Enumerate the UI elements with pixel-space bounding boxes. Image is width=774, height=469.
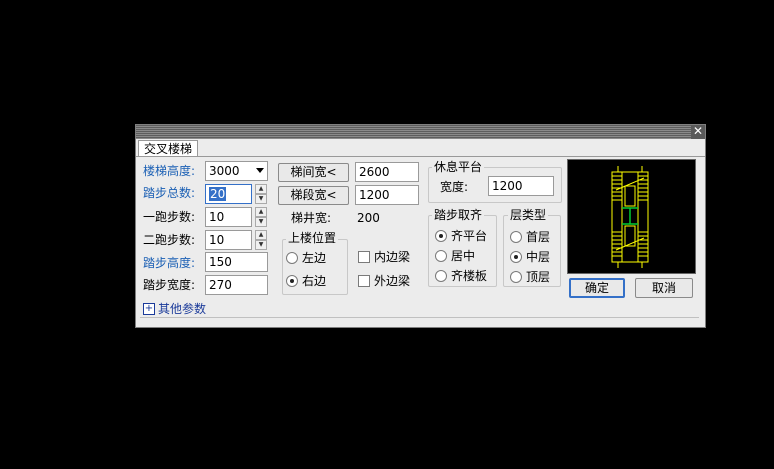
- step-alignment-title: 踏步取齐: [432, 208, 485, 222]
- ok-button[interactable]: 确定: [569, 278, 625, 298]
- landing-width-value: 1200: [492, 179, 523, 193]
- stair-preview: [567, 159, 696, 274]
- second-run-steps-label: 二跑步数:: [143, 233, 196, 247]
- stair-height-value: 3000: [209, 164, 240, 178]
- total-steps-label: 踏步总数:: [143, 186, 196, 200]
- align-slab-label[interactable]: 齐楼板: [451, 269, 487, 283]
- stairwell-width-value: 2600: [359, 165, 390, 179]
- stair-preview-drawing: [611, 166, 649, 268]
- spin-down-icon[interactable]: ▼: [255, 240, 267, 250]
- second-run-steps-spinner[interactable]: ▲ ▼: [255, 230, 267, 250]
- spin-up-icon[interactable]: ▲: [255, 230, 267, 240]
- stair-height-select[interactable]: 3000: [205, 161, 268, 181]
- tab-divider: [136, 156, 705, 157]
- upstairs-left-label[interactable]: 左边: [302, 251, 326, 265]
- floor-middle-radio[interactable]: [510, 251, 522, 263]
- other-params-label[interactable]: 其他参数: [158, 302, 206, 316]
- floor-first-radio[interactable]: [510, 231, 522, 243]
- align-landing-radio[interactable]: [435, 230, 447, 242]
- flight-width-button[interactable]: 梯段宽<: [278, 186, 349, 205]
- dialog-title-bar[interactable]: [136, 125, 705, 139]
- second-run-steps-value: 10: [209, 233, 225, 247]
- first-run-steps-input[interactable]: 10: [205, 207, 252, 227]
- well-width-value: 200: [357, 211, 380, 225]
- upstairs-right-label[interactable]: 右边: [302, 274, 326, 288]
- inner-beam-checkbox[interactable]: [358, 251, 370, 263]
- expand-plus-icon[interactable]: +: [143, 303, 155, 315]
- inner-beam-label[interactable]: 内边梁: [374, 250, 410, 264]
- floor-type-title: 层类型: [508, 208, 549, 222]
- step-height-input[interactable]: 150: [205, 252, 268, 272]
- dropdown-arrow-icon[interactable]: [256, 168, 264, 173]
- cancel-button[interactable]: 取消: [635, 278, 693, 298]
- step-width-input[interactable]: 270: [205, 275, 268, 295]
- spin-up-icon[interactable]: ▲: [255, 207, 267, 217]
- bottom-divider: [140, 317, 699, 318]
- floor-top-label[interactable]: 顶层: [526, 270, 550, 284]
- flight-width-input[interactable]: 1200: [355, 185, 419, 205]
- outer-beam-label[interactable]: 外边梁: [374, 274, 410, 288]
- step-width-value: 270: [209, 278, 232, 292]
- spin-down-icon[interactable]: ▼: [255, 217, 267, 227]
- align-slab-radio[interactable]: [435, 270, 447, 282]
- step-width-label: 踏步宽度:: [143, 278, 196, 292]
- total-steps-spinner[interactable]: ▲ ▼: [255, 184, 267, 204]
- align-center-radio[interactable]: [435, 250, 447, 262]
- outer-beam-checkbox[interactable]: [358, 275, 370, 287]
- floor-top-radio[interactable]: [510, 271, 522, 283]
- cross-stair-dialog: ✕ 交叉楼梯 楼梯高度: 3000 踏步总数: 20 ▲ ▼ 一跑步数: 10 …: [135, 124, 706, 328]
- align-landing-label[interactable]: 齐平台: [451, 229, 487, 243]
- spin-up-icon[interactable]: ▲: [255, 184, 267, 194]
- step-height-label: 踏步高度:: [143, 256, 196, 270]
- total-steps-value: 20: [209, 187, 227, 201]
- align-center-label[interactable]: 居中: [451, 249, 475, 263]
- floor-middle-label[interactable]: 中层: [526, 250, 550, 264]
- landing-width-input[interactable]: 1200: [488, 176, 554, 196]
- upstairs-right-radio[interactable]: [286, 275, 298, 287]
- spin-down-icon[interactable]: ▼: [255, 194, 267, 204]
- second-run-steps-input[interactable]: 10: [205, 230, 252, 250]
- upstairs-position-title: 上楼位置: [286, 231, 339, 245]
- landing-title: 休息平台: [432, 160, 485, 174]
- step-height-value: 150: [209, 255, 232, 269]
- stair-height-label: 楼梯高度:: [143, 164, 196, 178]
- upstairs-left-radio[interactable]: [286, 252, 298, 264]
- floor-first-label[interactable]: 首层: [526, 230, 550, 244]
- stairwell-width-input[interactable]: 2600: [355, 162, 419, 182]
- first-run-steps-spinner[interactable]: ▲ ▼: [255, 207, 267, 227]
- well-width-label: 梯井宽:: [291, 211, 332, 225]
- total-steps-input[interactable]: 20: [205, 184, 252, 204]
- close-icon[interactable]: ✕: [691, 125, 705, 139]
- landing-width-label: 宽度:: [440, 180, 469, 194]
- first-run-steps-label: 一跑步数:: [143, 210, 196, 224]
- tab-cross-stair[interactable]: 交叉楼梯: [138, 140, 198, 157]
- first-run-steps-value: 10: [209, 210, 225, 224]
- stairwell-width-button[interactable]: 梯间宽<: [278, 163, 349, 182]
- flight-width-value: 1200: [359, 188, 390, 202]
